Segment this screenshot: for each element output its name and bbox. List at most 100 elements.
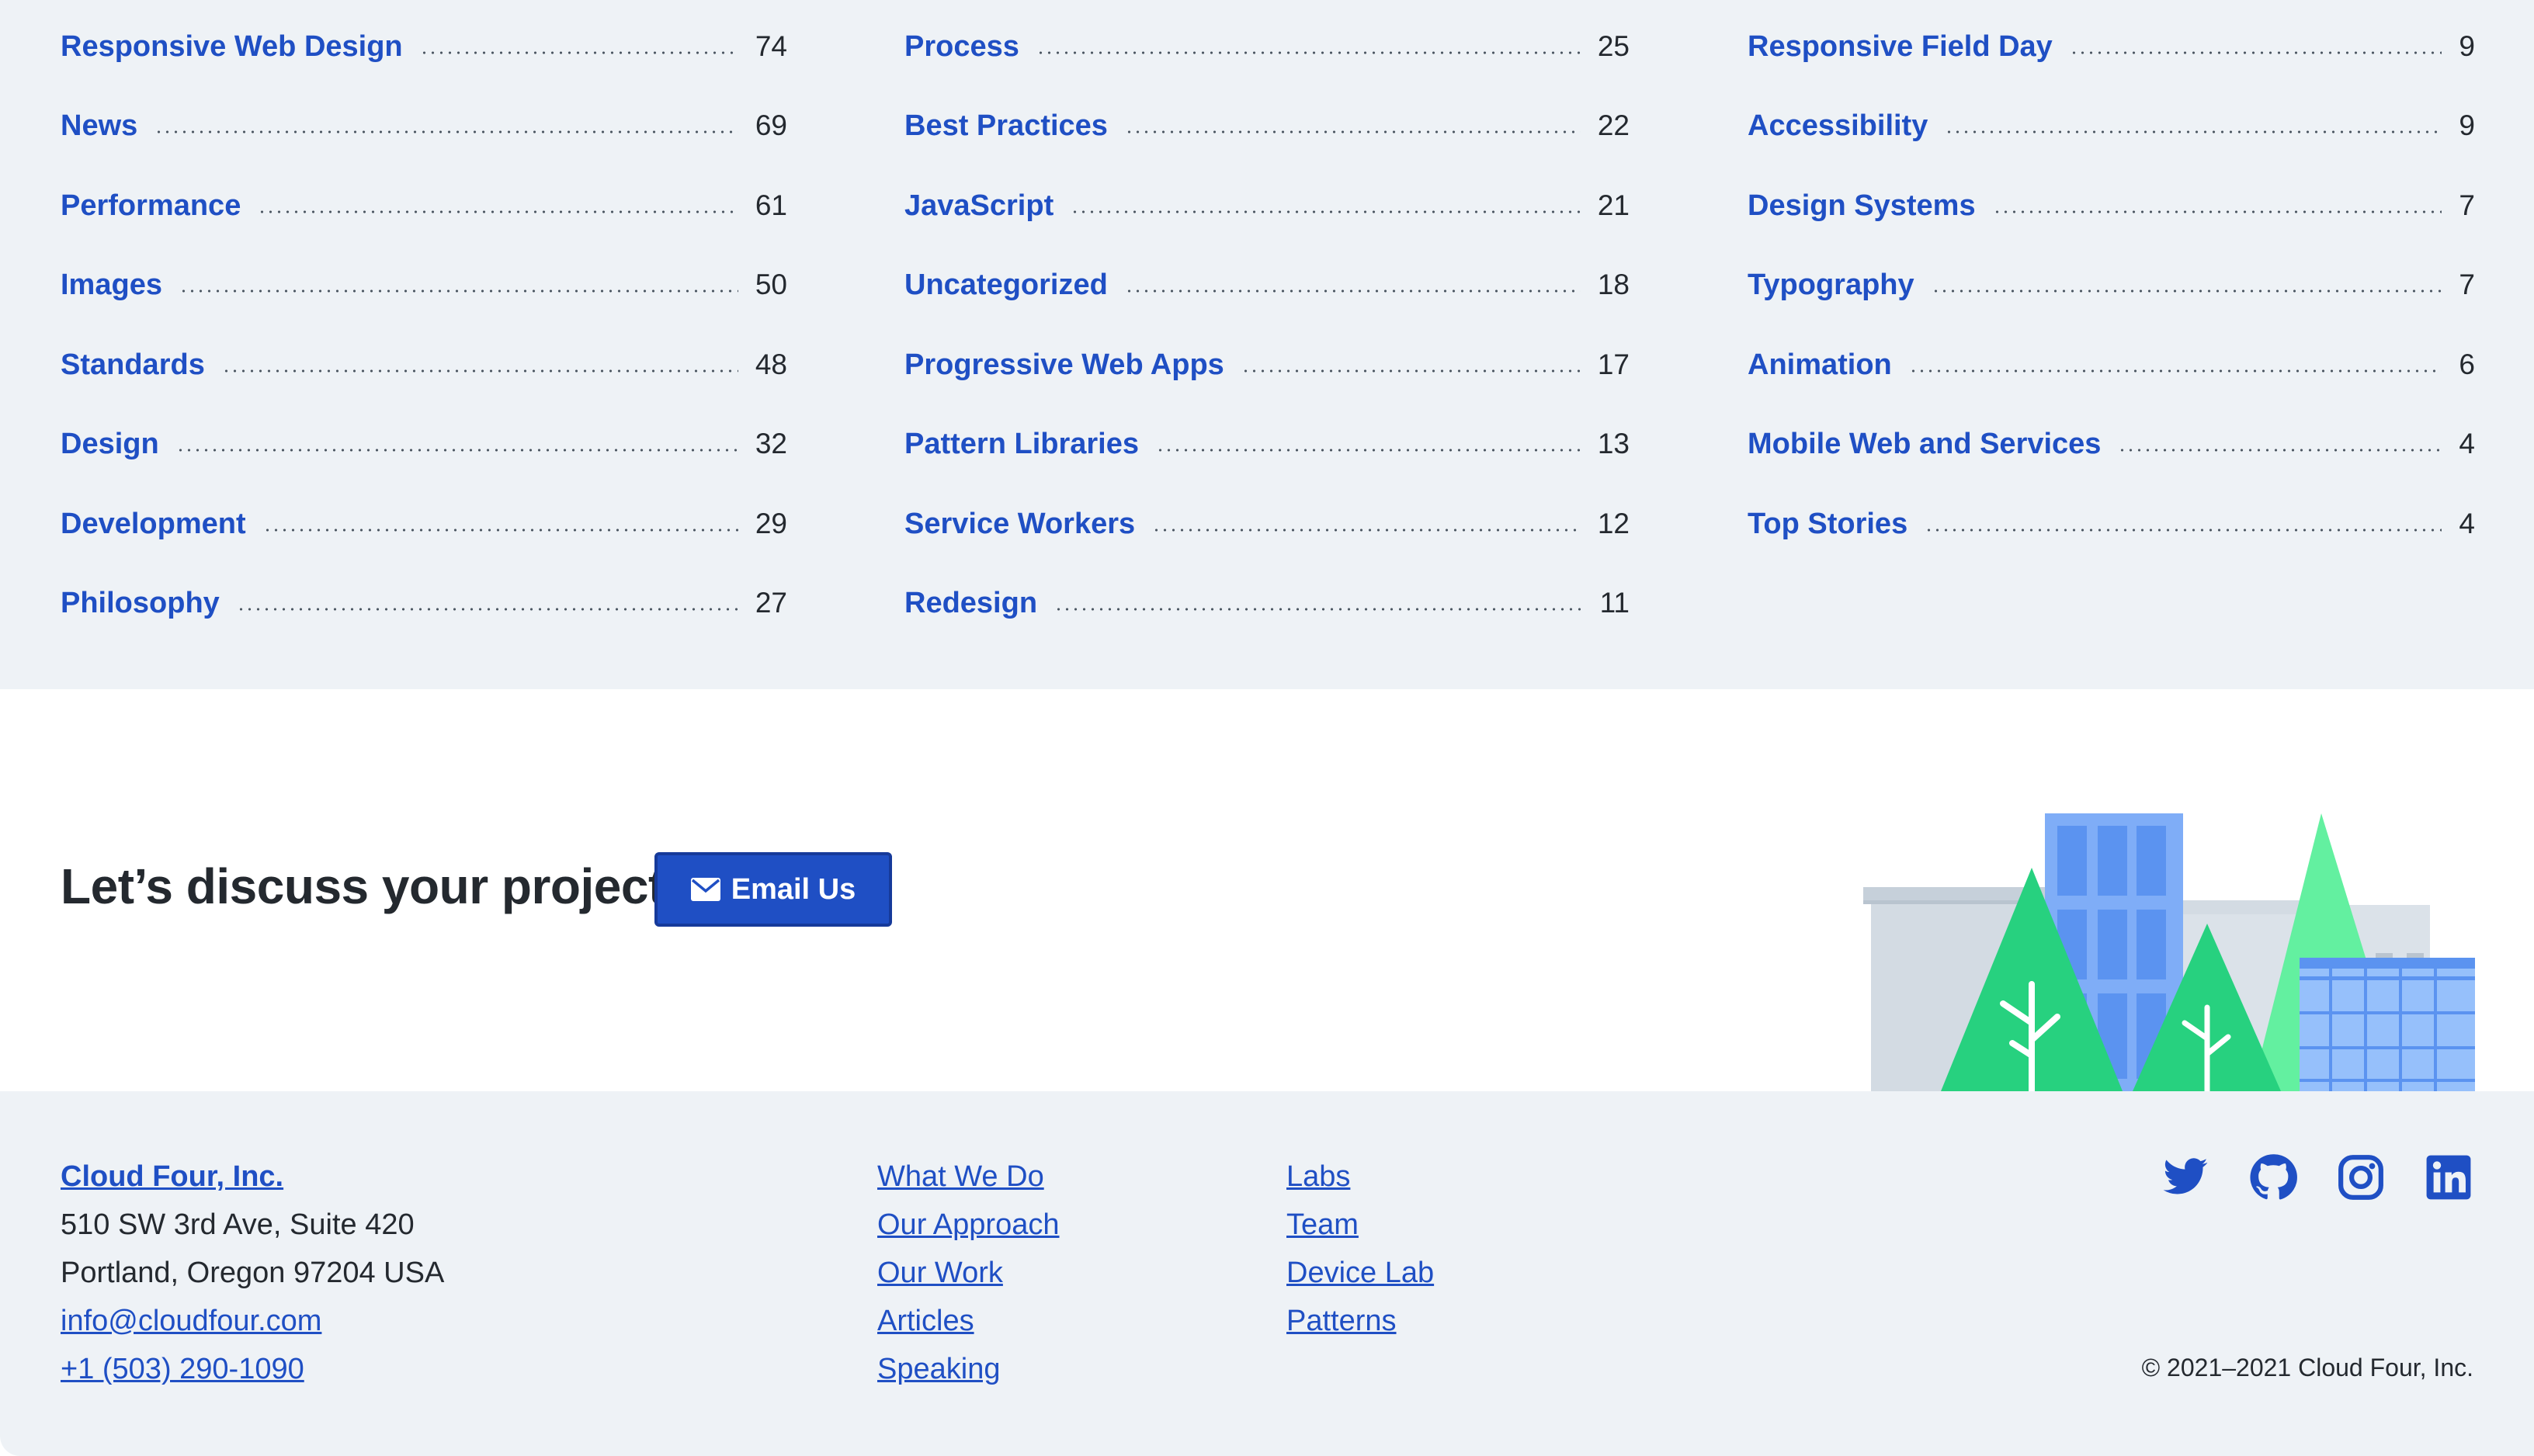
topic-count: 9 (2459, 109, 2475, 141)
topic-count: 48 (755, 348, 787, 380)
footer-link-our-approach[interactable]: Our Approach (877, 1201, 1059, 1249)
dotted-leader (221, 369, 738, 373)
footer-link-patterns[interactable]: Patterns (1286, 1297, 1397, 1345)
topic-count: 17 (1597, 348, 1630, 380)
email-us-label: Email Us (731, 872, 856, 906)
topic-link[interactable]: Top Stories (1748, 508, 1907, 541)
topic-item: Best Practices 22 (904, 102, 1630, 149)
topic-link[interactable]: Uncategorized (904, 269, 1108, 302)
linkedin-icon[interactable] (2425, 1153, 2473, 1201)
topic-count: 50 (755, 269, 787, 300)
topic-link[interactable]: Responsive Field Day (1748, 30, 2053, 64)
dotted-leader (179, 289, 738, 293)
topic-link[interactable]: Progressive Web Apps (904, 348, 1224, 382)
topic-link[interactable]: Design (61, 428, 159, 461)
topic-link[interactable]: Best Practices (904, 109, 1108, 143)
topic-item: Responsive Field Day 9 (1748, 23, 2475, 70)
email-link[interactable]: info@cloudfour.com (61, 1297, 321, 1345)
footer-link-our-work[interactable]: Our Work (877, 1249, 1003, 1297)
topic-link[interactable]: Responsive Web Design (61, 30, 403, 64)
topic-count: 21 (1597, 189, 1630, 221)
dotted-leader (1124, 289, 1581, 293)
topic-count: 18 (1597, 269, 1630, 300)
dotted-leader (154, 130, 738, 133)
dotted-leader (1152, 529, 1581, 532)
topic-item: Typography 7 (1748, 262, 2475, 308)
topic-item: Animation 6 (1748, 341, 2475, 388)
twitter-icon[interactable] (2161, 1153, 2209, 1201)
topic-item: Uncategorized 18 (904, 262, 1630, 308)
topic-link[interactable]: News (61, 109, 137, 143)
envelope-icon (690, 878, 720, 901)
dotted-leader (2118, 449, 2442, 452)
topic-link[interactable]: Philosophy (61, 587, 220, 620)
topic-item: Performance 61 (61, 182, 787, 229)
email-us-button[interactable]: Email Us (654, 852, 892, 927)
topic-count: 6 (2459, 348, 2475, 380)
topic-item: Process 25 (904, 23, 1630, 70)
topic-count: 4 (2459, 428, 2475, 459)
dotted-leader (1054, 608, 1583, 611)
topic-count: 22 (1597, 109, 1630, 141)
topic-item: Progressive Web Apps 17 (904, 341, 1630, 388)
footer-link-labs[interactable]: Labs (1286, 1153, 1350, 1201)
topic-link[interactable]: Images (61, 269, 162, 302)
github-icon[interactable] (2249, 1153, 2297, 1201)
phone-link[interactable]: +1 (503) 290-1090 (61, 1345, 304, 1393)
topic-count: 7 (2459, 189, 2475, 221)
dotted-leader (1992, 210, 2442, 213)
topic-item: Philosophy 27 (61, 580, 787, 626)
instagram-icon[interactable] (2337, 1153, 2385, 1201)
dotted-leader (1945, 130, 2442, 133)
topic-item: Top Stories 4 (1748, 501, 2475, 547)
topic-item: Service Workers 12 (904, 501, 1630, 547)
topic-item: Design Systems 7 (1748, 182, 2475, 229)
topic-count: 9 (2459, 30, 2475, 62)
dotted-leader (1931, 289, 2442, 293)
topic-link[interactable]: Accessibility (1748, 109, 1928, 143)
topic-link[interactable]: Design Systems (1748, 189, 1976, 223)
dotted-leader (1071, 210, 1581, 213)
topic-link[interactable]: JavaScript (904, 189, 1054, 223)
topic-link[interactable]: Service Workers (904, 508, 1135, 541)
company-name-link[interactable]: Cloud Four, Inc. (61, 1153, 283, 1201)
topic-item: Mobile Web and Services 4 (1748, 421, 2475, 467)
dotted-leader (1241, 369, 1581, 373)
cta-section: Let’s discuss your project! Email Us (0, 689, 2534, 1091)
footer-link-what-we-do[interactable]: What We Do (877, 1153, 1044, 1201)
topic-item: Images 50 (61, 262, 787, 308)
topic-link[interactable]: Redesign (904, 587, 1037, 620)
dotted-leader (236, 608, 738, 611)
footer-link-articles[interactable]: Articles (877, 1297, 974, 1345)
dotted-leader (262, 529, 738, 532)
topic-link[interactable]: Pattern Libraries (904, 428, 1139, 461)
topic-count: 25 (1597, 30, 1630, 62)
dotted-leader (175, 449, 738, 452)
topic-item: Standards 48 (61, 341, 787, 388)
dotted-leader (258, 210, 738, 213)
topic-count: 4 (2459, 508, 2475, 539)
address-line-1: 510 SW 3rd Ave, Suite 420 (61, 1208, 415, 1241)
topic-count: 69 (755, 109, 787, 141)
topics-section: Responsive Web Design 74 News 69 Performance… (0, 0, 2534, 689)
topic-link[interactable]: Process (904, 30, 1019, 64)
dotted-leader (1036, 51, 1581, 54)
topic-link[interactable]: Mobile Web and Services (1748, 428, 2101, 461)
topic-count: 74 (755, 30, 787, 62)
topic-link[interactable]: Performance (61, 189, 241, 223)
topic-item: JavaScript 21 (904, 182, 1630, 229)
dotted-leader (1156, 449, 1581, 452)
topic-link[interactable]: Standards (61, 348, 205, 382)
footer-link-team[interactable]: Team (1286, 1201, 1359, 1249)
footer-link-device-lab[interactable]: Device Lab (1286, 1249, 1434, 1297)
copyright-text: © 2021–2021 Cloud Four, Inc. (2141, 1354, 2473, 1381)
topic-item: Responsive Web Design 74 (61, 23, 787, 70)
topic-item: Development 29 (61, 501, 787, 547)
address-line-2: Portland, Oregon 97204 USA (61, 1257, 445, 1289)
dotted-leader (1908, 369, 2442, 373)
topic-link[interactable]: Animation (1748, 348, 1892, 382)
footer-link-speaking[interactable]: Speaking (877, 1345, 1000, 1393)
topic-link[interactable]: Development (61, 508, 246, 541)
topic-link[interactable]: Typography (1748, 269, 1914, 302)
topic-item: News 69 (61, 102, 787, 149)
